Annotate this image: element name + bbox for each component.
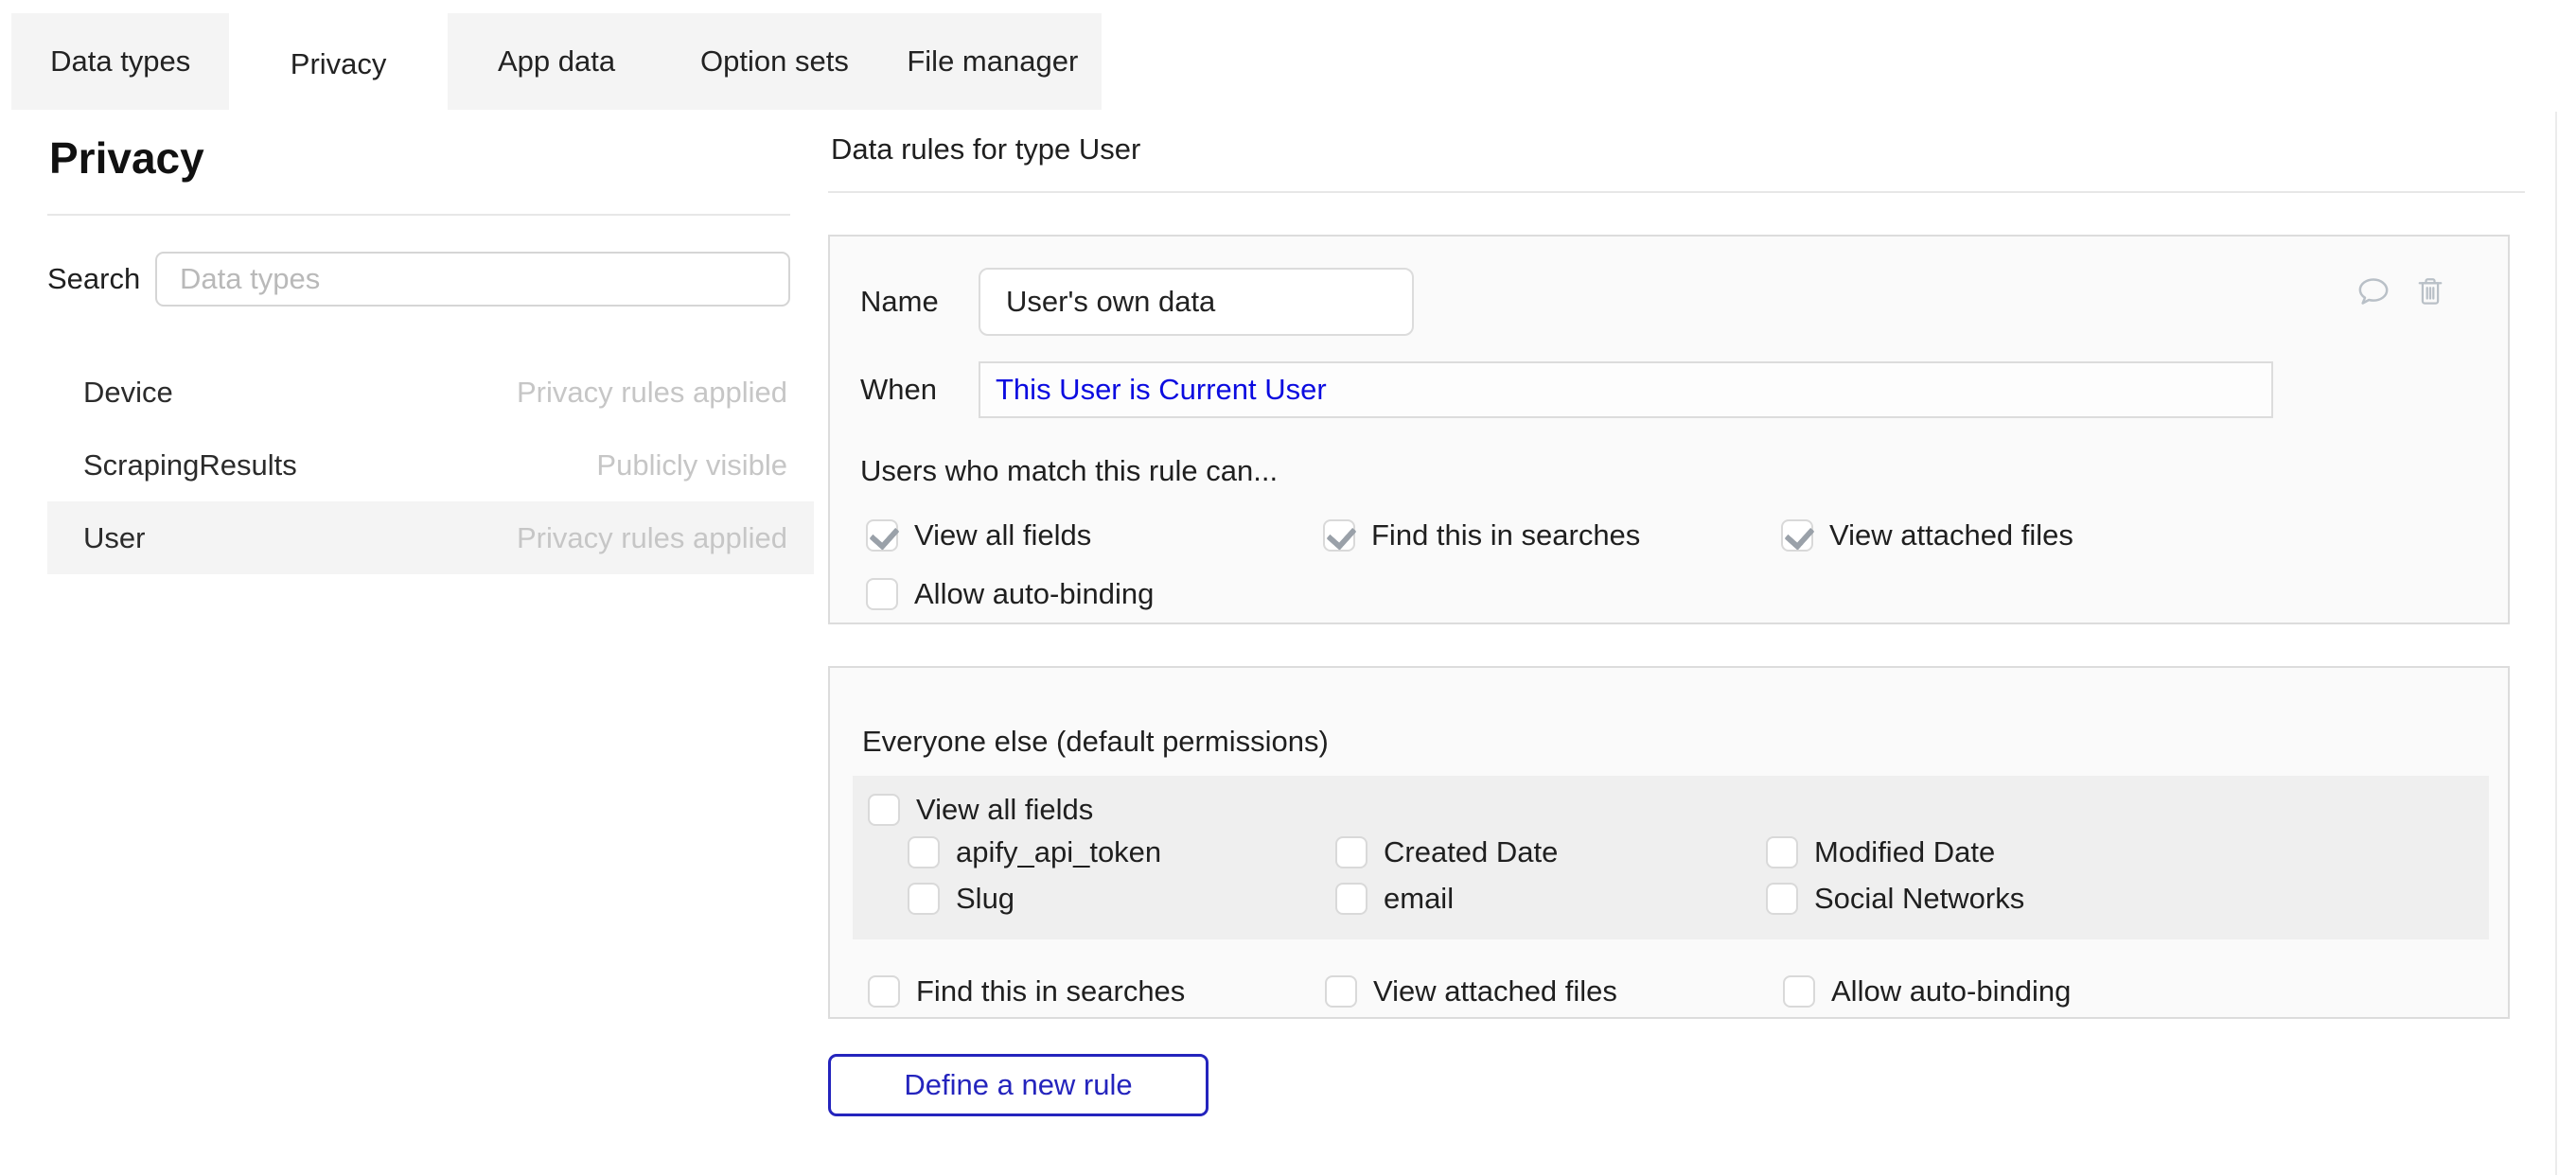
permissions-row-1: View all fields Find this in searches Vi… <box>866 518 2476 556</box>
default-card-title: Everyone else (default permissions) <box>853 725 2479 759</box>
checkbox-label: Created Date <box>1384 835 1558 869</box>
data-type-status: Privacy rules applied <box>517 376 787 410</box>
checkbox-label: Allow auto-binding <box>914 577 1154 611</box>
tab-file-manager[interactable]: File manager <box>884 13 1102 110</box>
search-label: Search <box>47 262 155 296</box>
define-new-rule-button[interactable]: Define a new rule <box>828 1054 1209 1116</box>
checkbox-view-attached-files[interactable]: View attached files <box>1781 518 2073 552</box>
when-row: When This User is Current User <box>860 361 2476 418</box>
default-permissions-row: Find this in searches View attached file… <box>868 974 2479 1012</box>
rule-card-actions <box>2355 272 2449 310</box>
name-row: Name <box>860 268 2476 336</box>
when-condition-box[interactable]: This User is Current User <box>979 361 2273 418</box>
checkbox-box <box>1335 836 1367 868</box>
tab-label: Data types <box>50 44 190 79</box>
fields-row-1: apify_api_token Created Date Modified Da… <box>908 831 2489 877</box>
checkbox-box <box>908 883 940 915</box>
right-panel: Data rules for type User <box>828 132 2525 1116</box>
comment-icon[interactable] <box>2355 272 2392 310</box>
checkbox-allow-auto-binding[interactable]: Allow auto-binding <box>866 577 1154 611</box>
list-item-scrapingresults[interactable]: ScrapingResults Publicly visible <box>47 429 814 501</box>
checkbox-label: Social Networks <box>1814 882 2024 916</box>
checkbox-box <box>866 578 898 610</box>
checkbox-box <box>1335 883 1367 915</box>
tab-privacy[interactable]: Privacy <box>229 13 447 115</box>
rules-header: Data rules for type User <box>828 132 2525 167</box>
permissions-row-2: Allow auto-binding <box>866 577 2476 615</box>
checkbox-label: Find this in searches <box>1371 518 1640 552</box>
checkbox-box <box>1323 519 1355 552</box>
divider <box>828 191 2525 193</box>
checkbox-label: View all fields <box>914 518 1091 552</box>
name-label: Name <box>860 285 979 319</box>
rule-card: Name When This User is Current User User… <box>828 235 2510 624</box>
checkbox-default-allow-auto-binding[interactable]: Allow auto-binding <box>1783 974 2071 1008</box>
checkbox-label: apify_api_token <box>956 835 1161 869</box>
tab-option-sets[interactable]: Option sets <box>665 13 883 110</box>
checkbox-label: Find this in searches <box>916 974 1185 1008</box>
checkbox-box <box>1766 883 1798 915</box>
checkbox-box <box>866 519 898 552</box>
checkbox-box <box>1766 836 1798 868</box>
divider <box>47 214 790 216</box>
view-all-fields-row: View all fields <box>868 789 2489 831</box>
tab-bar: Data types Privacy App data Option sets … <box>11 13 1102 110</box>
when-label: When <box>860 373 979 407</box>
left-panel: Privacy Search Device Privacy rules appl… <box>47 132 814 574</box>
search-row: Search <box>47 252 814 307</box>
checkbox-field-modified-date[interactable]: Modified Date <box>1766 835 1995 869</box>
data-type-name: ScrapingResults <box>83 448 297 482</box>
search-input[interactable] <box>155 252 790 307</box>
permissions-intro: Users who match this rule can... <box>860 454 2476 488</box>
checkbox-label: View attached files <box>1373 974 1617 1008</box>
list-item-user[interactable]: User Privacy rules applied <box>47 501 814 574</box>
data-type-list: Device Privacy rules applied ScrapingRes… <box>47 356 814 574</box>
checkbox-default-find-in-searches[interactable]: Find this in searches <box>868 974 1185 1008</box>
checkbox-box <box>1781 519 1813 552</box>
checkbox-field-email[interactable]: email <box>1335 882 1454 916</box>
when-condition-link: This User is Current User <box>996 373 1327 407</box>
checkbox-field-apify-api-token[interactable]: apify_api_token <box>908 835 1161 869</box>
checkbox-field-slug[interactable]: Slug <box>908 882 1015 916</box>
checkbox-box <box>868 975 900 1008</box>
trash-icon[interactable] <box>2411 272 2449 310</box>
checkbox-label: Slug <box>956 882 1015 916</box>
default-permissions-card: Everyone else (default permissions) View… <box>828 666 2510 1019</box>
data-type-name: Device <box>83 376 173 410</box>
checkbox-box <box>908 836 940 868</box>
data-type-status: Privacy rules applied <box>517 521 787 555</box>
content-right-border <box>2555 112 2557 1175</box>
checkbox-label: Modified Date <box>1814 835 1995 869</box>
tab-label: Privacy <box>291 47 387 81</box>
checkbox-view-all-fields[interactable]: View all fields <box>866 518 1091 552</box>
checkbox-field-social-networks[interactable]: Social Networks <box>1766 882 2024 916</box>
checkbox-field-created-date[interactable]: Created Date <box>1335 835 1558 869</box>
data-type-status: Publicly visible <box>596 448 787 482</box>
tab-label: File manager <box>907 44 1078 79</box>
checkbox-find-in-searches[interactable]: Find this in searches <box>1323 518 1640 552</box>
tab-app-data[interactable]: App data <box>448 13 665 110</box>
fields-region: View all fields apify_api_token Created <box>853 776 2489 939</box>
checkbox-label: email <box>1384 882 1454 916</box>
checkbox-label: View all fields <box>916 793 1093 827</box>
checkbox-default-view-attached-files[interactable]: View attached files <box>1325 974 1617 1008</box>
checkbox-box <box>868 794 900 826</box>
page-title: Privacy <box>47 132 814 184</box>
fields-row-2: Slug email Social Networks <box>908 877 2489 923</box>
privacy-settings-screen: Data types Privacy App data Option sets … <box>0 0 2576 1175</box>
checkbox-box <box>1783 975 1815 1008</box>
list-item-device[interactable]: Device Privacy rules applied <box>47 356 814 429</box>
tab-data-types[interactable]: Data types <box>11 13 229 110</box>
checkbox-label: Allow auto-binding <box>1831 974 2071 1008</box>
checkbox-box <box>1325 975 1357 1008</box>
tab-label: App data <box>498 44 615 79</box>
data-type-name: User <box>83 521 145 555</box>
tab-label: Option sets <box>700 44 849 79</box>
rule-name-input[interactable] <box>979 268 1414 336</box>
checkbox-label: View attached files <box>1829 518 2073 552</box>
checkbox-default-view-all-fields[interactable]: View all fields <box>868 793 1093 827</box>
